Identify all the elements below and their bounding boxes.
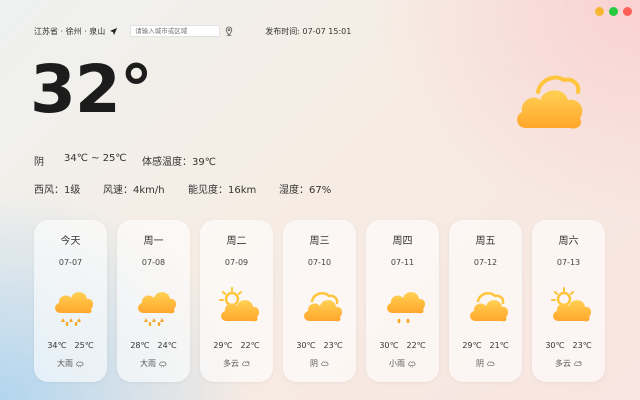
- heavy-rain-icon: [137, 292, 176, 326]
- overcast-icon: [469, 292, 508, 322]
- overcast-icon: [303, 292, 342, 322]
- wind-speed: 风速：4km/h: [103, 185, 165, 196]
- forecast-condition: 大雨: [57, 359, 73, 368]
- forecast-high: 29℃: [213, 341, 233, 350]
- publish-time: 发布时间: 07-07 15:01: [265, 26, 351, 37]
- window-controls: [595, 7, 632, 16]
- current-temperature: 32°: [30, 51, 153, 128]
- overcast-mini-icon: [320, 360, 329, 366]
- close-button[interactable]: [623, 7, 632, 16]
- forecast-day: 今天: [60, 236, 81, 247]
- forecast-low: 24℃: [157, 341, 177, 350]
- heavy-rain-icon: [54, 292, 93, 326]
- current-condition: 阴: [34, 157, 44, 168]
- forecast-date: 07-09: [224, 258, 249, 267]
- temperature-range: 34℃ ~ 25℃: [64, 153, 127, 164]
- rain-mini-icon: [407, 360, 416, 368]
- feels-like: 体感温度：39℃: [142, 157, 216, 168]
- forecast-card[interactable]: 周二 07-09 29℃ 22℃ 多云: [200, 220, 273, 382]
- current-details-row: 西风：1级 风速：4km/h 能见度：16km 湿度：67%: [34, 181, 331, 196]
- forecast-low: 23℃: [572, 341, 592, 350]
- forecast-low: 25℃: [74, 341, 94, 350]
- forecast-high: 28℃: [130, 341, 150, 350]
- location-pin-icon[interactable]: [225, 26, 233, 36]
- forecast-condition: 大雨: [140, 359, 156, 368]
- forecast-condition: 多云: [555, 359, 571, 368]
- forecast-day: 周二: [226, 236, 247, 247]
- forecast-high: 34℃: [47, 341, 67, 350]
- publish-time-value: 07-07 15:01: [302, 26, 352, 36]
- forecast-high: 30℃: [545, 341, 565, 350]
- location-label: 江苏省 · 徐州 · 泉山: [34, 26, 106, 36]
- forecast-card[interactable]: 周五 07-12 29℃ 21℃ 阴: [449, 220, 522, 382]
- forecast-card[interactable]: 周四 07-11 30℃ 22℃ 小雨: [366, 220, 439, 382]
- forecast-low: 23℃: [323, 341, 343, 350]
- forecast-high: 29℃: [462, 341, 482, 350]
- forecast-date: 07-13: [556, 258, 581, 267]
- forecast-day: 周六: [558, 236, 579, 247]
- forecast-card[interactable]: 周六 07-13 30℃ 23℃ 多云: [532, 220, 605, 382]
- forecast-condition: 阴: [476, 359, 484, 368]
- forecast-condition: 多云: [223, 359, 239, 368]
- forecast-list: 今天 07-07 34℃ 25℃ 大雨 周一 07-08 28℃ 24℃ 大雨 周二…: [34, 220, 605, 382]
- forecast-condition: 阴: [310, 359, 318, 368]
- forecast-condition: 小雨: [389, 359, 405, 368]
- forecast-card[interactable]: 今天 07-07 34℃ 25℃ 大雨: [34, 220, 107, 382]
- partly-cloudy-mini-icon: [573, 360, 582, 366]
- partly-cloudy-mini-icon: [241, 360, 250, 366]
- forecast-low: 22℃: [406, 341, 426, 350]
- top-bar: 江苏省 · 徐州 · 泉山 发布时间: 07-07 15:01: [34, 24, 351, 38]
- forecast-low: 22℃: [240, 341, 260, 350]
- forecast-high: 30℃: [379, 341, 399, 350]
- forecast-date: 07-08: [141, 258, 166, 267]
- partly-cloudy-icon: [218, 287, 259, 322]
- maximize-button[interactable]: [609, 7, 618, 16]
- rain-mini-icon: [75, 360, 84, 368]
- humidity: 湿度：67%: [279, 185, 332, 196]
- current-summary-row: 阴 34℃ ~ 25℃ 体感温度：39℃: [34, 153, 216, 168]
- minimize-button[interactable]: [595, 7, 604, 16]
- visibility: 能见度：16km: [188, 185, 257, 196]
- rain-mini-icon: [158, 360, 167, 368]
- cloudy-icon: [517, 75, 583, 129]
- light-rain-icon: [386, 292, 425, 324]
- overcast-mini-icon: [486, 360, 495, 366]
- forecast-card[interactable]: 周一 07-08 28℃ 24℃ 大雨: [117, 220, 190, 382]
- forecast-day: 周三: [309, 236, 330, 247]
- wind-direction: 西风：1级: [34, 185, 81, 196]
- forecast-date: 07-10: [307, 258, 332, 267]
- forecast-date: 07-11: [390, 258, 415, 267]
- navigation-arrow-icon[interactable]: [109, 27, 118, 36]
- publish-label: 发布时间:: [265, 26, 300, 36]
- forecast-day: 周四: [392, 236, 413, 247]
- forecast-card[interactable]: 周三 07-10 30℃ 23℃ 阴: [283, 220, 356, 382]
- search-input[interactable]: [130, 25, 221, 37]
- forecast-day: 周一: [143, 236, 164, 247]
- forecast-date: 07-07: [58, 258, 83, 267]
- forecast-day: 周五: [475, 236, 496, 247]
- forecast-high: 30℃: [296, 341, 316, 350]
- forecast-low: 21℃: [489, 341, 509, 350]
- forecast-date: 07-12: [473, 258, 498, 267]
- partly-cloudy-icon: [550, 287, 591, 322]
